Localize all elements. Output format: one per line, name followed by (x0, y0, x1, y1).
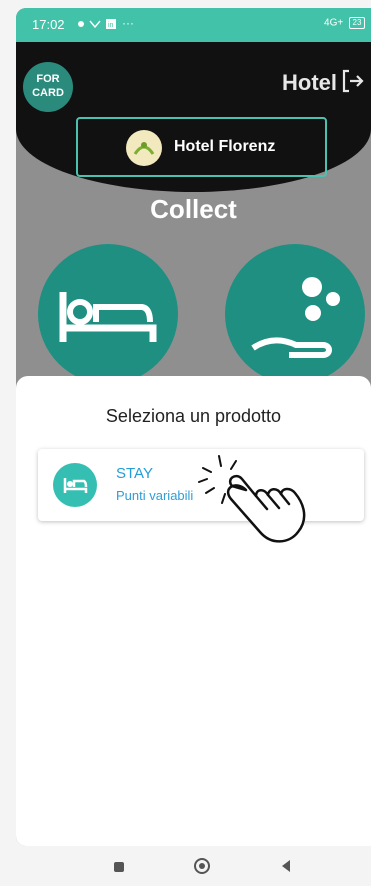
status-icons: in ··· (76, 16, 134, 32)
status-time: 17:02 (32, 17, 65, 32)
app-logo[interactable]: FOR CARD (23, 62, 73, 112)
logo-text: FOR CARD (32, 73, 64, 99)
system-navbar (0, 846, 371, 886)
collect-title: Collect (150, 194, 237, 224)
hotel-name: Hotel Florenz (174, 138, 276, 155)
notification-icons: in ··· (78, 16, 134, 30)
product-sheet: Seleziona un prodotto STAY Punti variabi… (16, 376, 371, 846)
header-title: Hotel (282, 70, 337, 95)
header: FOR CARD Hotel Hotel Florenz (16, 42, 371, 192)
back-icon[interactable] (277, 856, 295, 876)
status-right: 4G+ 23 (324, 17, 365, 29)
bed-mini-icon (63, 478, 88, 493)
product-subtitle: Punti variabili (116, 488, 194, 503)
status-bar: 17:02 in ··· 4G+ 23 (16, 8, 371, 42)
bed-icon (53, 463, 97, 507)
network-label: 4G+ (324, 17, 344, 29)
hotel-selector[interactable]: Hotel Florenz (76, 117, 327, 177)
phone-screen: 17:02 in ··· 4G+ 23 FOR CARD Hotel Hotel… (16, 8, 371, 846)
svg-text:···: ··· (122, 16, 134, 30)
home-icon[interactable] (192, 856, 212, 876)
recent-apps-icon[interactable] (110, 856, 128, 876)
hotel-logo-image (128, 132, 160, 164)
hotel-logo-icon (126, 130, 162, 166)
services-circle-button[interactable] (225, 244, 365, 384)
battery-icon: 23 (349, 17, 365, 29)
battery-level: 23 (352, 18, 362, 27)
bed-icon (59, 292, 157, 342)
tap-hand-icon (198, 455, 306, 543)
sheet-title: Seleziona un prodotto (105, 406, 282, 426)
logout-icon[interactable] (341, 68, 365, 94)
svg-text:in: in (108, 22, 114, 29)
hand-coins-icon (251, 277, 340, 358)
stay-circle-button[interactable] (38, 244, 178, 384)
product-title: STAY (116, 465, 153, 482)
